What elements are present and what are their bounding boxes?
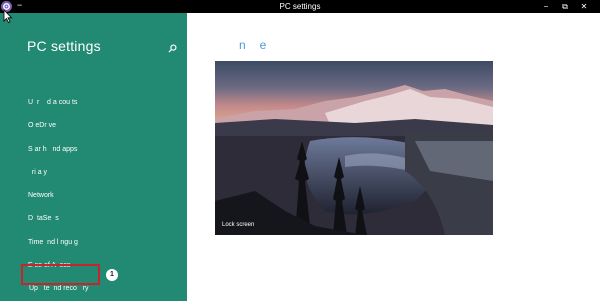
sidebar-item-search-apps[interactable]: S ar h nd apps xyxy=(28,145,77,154)
minimize-button[interactable]: − xyxy=(539,0,553,13)
update-recovery-highlight xyxy=(21,264,100,285)
sidebar-item-update-recovery[interactable]: Up te nd reco ry xyxy=(29,284,89,293)
close-button[interactable]: ✕ xyxy=(577,0,591,13)
search-icon[interactable] xyxy=(168,40,177,58)
sidebar-item-date-settings[interactable]: D taSe s xyxy=(28,214,59,223)
window-title: PC settings xyxy=(279,2,321,11)
lock-screen-label: Lock screen xyxy=(222,222,255,228)
page-heading: n e xyxy=(239,38,268,52)
sidebar-item-onedrive[interactable]: O eDr ve xyxy=(28,121,56,130)
mouse-cursor-icon xyxy=(3,9,13,28)
window-titlebar: − PC settings − ⧉ ✕ xyxy=(0,0,600,13)
step-badge: 1 xyxy=(106,269,118,281)
sidebar-item-network[interactable]: Network xyxy=(28,191,54,200)
sidebar-item-users-accounts[interactable]: U r d a cou ts xyxy=(28,98,77,107)
sidebar-item-time-language[interactable]: Time nd l ngu g xyxy=(28,238,78,247)
sidebar-item-privacy[interactable]: ri a y xyxy=(28,168,47,177)
settings-sidebar: PC settings U r d a cou ts O eDr ve S ar… xyxy=(0,13,187,301)
restore-button[interactable]: ⧉ xyxy=(558,0,572,13)
lock-screen-preview[interactable] xyxy=(215,61,493,235)
sidebar-title: PC settings xyxy=(27,38,101,54)
lock-screen-image xyxy=(215,61,493,235)
